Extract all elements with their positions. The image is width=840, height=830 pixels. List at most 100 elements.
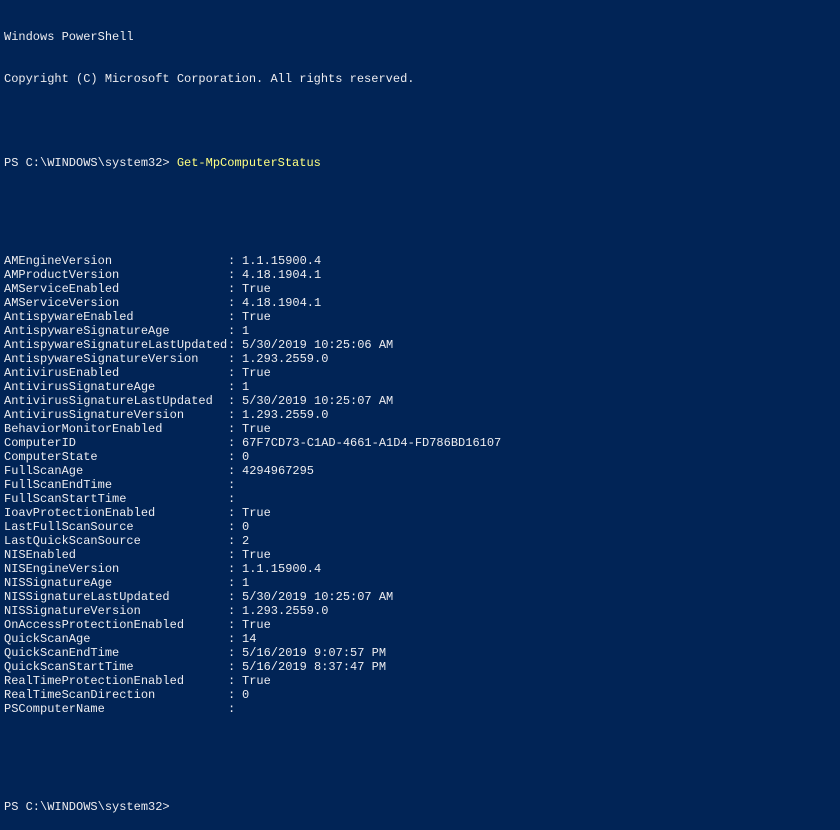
output-row: NISEnabled : True	[4, 548, 836, 562]
output-row: AntispywareSignatureVersion : 1.293.2559…	[4, 352, 836, 366]
property-value: 4294967295	[242, 464, 314, 478]
property-value: 1.293.2559.0	[242, 408, 328, 422]
property-value: 4.18.1904.1	[242, 296, 321, 310]
output-row: AMProductVersion : 4.18.1904.1	[4, 268, 836, 282]
property-name: AMProductVersion	[4, 268, 228, 282]
separator: :	[228, 506, 242, 520]
property-value: 5/16/2019 8:37:47 PM	[242, 660, 386, 674]
property-name: QuickScanEndTime	[4, 646, 228, 660]
separator: :	[228, 296, 242, 310]
property-name: FullScanAge	[4, 464, 228, 478]
property-value: 5/16/2019 9:07:57 PM	[242, 646, 386, 660]
property-name: PSComputerName	[4, 702, 228, 716]
command-text: Get-MpComputerStatus	[177, 156, 321, 170]
property-name: NISSignatureVersion	[4, 604, 228, 618]
output-row: AntivirusSignatureVersion : 1.293.2559.0	[4, 408, 836, 422]
command-line: PS C:\WINDOWS\system32> Get-MpComputerSt…	[4, 156, 836, 170]
output-row: RealTimeScanDirection : 0	[4, 688, 836, 702]
output-row: LastQuickScanSource : 2	[4, 534, 836, 548]
terminal-copyright: Copyright (C) Microsoft Corporation. All…	[4, 72, 836, 86]
output-row: LastFullScanSource : 0	[4, 520, 836, 534]
separator: :	[228, 618, 242, 632]
separator: :	[228, 520, 242, 534]
separator: :	[228, 380, 242, 394]
separator: :	[228, 366, 242, 380]
output-row: FullScanAge : 4294967295	[4, 464, 836, 478]
output-row: NISEngineVersion : 1.1.15900.4	[4, 562, 836, 576]
property-name: BehaviorMonitorEnabled	[4, 422, 228, 436]
output-row: AMServiceVersion : 4.18.1904.1	[4, 296, 836, 310]
prompt: PS C:\WINDOWS\system32>	[4, 156, 177, 170]
output-row: AMEngineVersion : 1.1.15900.4	[4, 254, 836, 268]
output-row: PSComputerName :	[4, 702, 836, 716]
terminal-output[interactable]: Windows PowerShell Copyright (C) Microso…	[0, 0, 840, 830]
output-row: FullScanEndTime :	[4, 478, 836, 492]
terminal-title: Windows PowerShell	[4, 30, 836, 44]
output-row: QuickScanEndTime : 5/16/2019 9:07:57 PM	[4, 646, 836, 660]
separator: :	[228, 702, 242, 716]
property-name: FullScanStartTime	[4, 492, 228, 506]
property-name: AntivirusSignatureVersion	[4, 408, 228, 422]
output-row: AntivirusEnabled : True	[4, 366, 836, 380]
separator: :	[228, 492, 242, 506]
property-value: 5/30/2019 10:25:07 AM	[242, 590, 393, 604]
property-value: 1	[242, 576, 249, 590]
separator: :	[228, 324, 242, 338]
separator: :	[228, 422, 242, 436]
property-name: LastFullScanSource	[4, 520, 228, 534]
property-value: 0	[242, 688, 249, 702]
separator: :	[228, 478, 242, 492]
output-row: BehaviorMonitorEnabled : True	[4, 422, 836, 436]
property-name: AMEngineVersion	[4, 254, 228, 268]
property-name: LastQuickScanSource	[4, 534, 228, 548]
property-name: NISSignatureLastUpdated	[4, 590, 228, 604]
output-row: IoavProtectionEnabled : True	[4, 506, 836, 520]
property-name: ComputerState	[4, 450, 228, 464]
property-value: True	[242, 422, 271, 436]
separator: :	[228, 590, 242, 604]
property-name: NISSignatureAge	[4, 576, 228, 590]
property-value: True	[242, 506, 271, 520]
property-value: 1	[242, 324, 249, 338]
separator: :	[228, 562, 242, 576]
separator: :	[228, 254, 242, 268]
prompt: PS C:\WINDOWS\system32>	[4, 800, 836, 814]
output-row: AntispywareSignatureAge : 1	[4, 324, 836, 338]
property-name: AntispywareSignatureLastUpdated	[4, 338, 228, 352]
property-value: 0	[242, 450, 249, 464]
separator: :	[228, 282, 242, 296]
property-value: 1.1.15900.4	[242, 254, 321, 268]
output-row: NISSignatureAge : 1	[4, 576, 836, 590]
separator: :	[228, 604, 242, 618]
property-name: NISEnabled	[4, 548, 228, 562]
property-name: NISEngineVersion	[4, 562, 228, 576]
blank-line	[4, 198, 836, 226]
blank-line	[4, 114, 836, 128]
property-name: FullScanEndTime	[4, 478, 228, 492]
separator: :	[228, 408, 242, 422]
property-value: 2	[242, 534, 249, 548]
output-row: ComputerID : 67F7CD73-C1AD-4661-A1D4-FD7…	[4, 436, 836, 450]
output-row: AntivirusSignatureAge : 1	[4, 380, 836, 394]
property-value: 1.293.2559.0	[242, 604, 328, 618]
property-value: True	[242, 674, 271, 688]
property-name: AntispywareSignatureAge	[4, 324, 228, 338]
property-value: True	[242, 548, 271, 562]
property-name: AntispywareEnabled	[4, 310, 228, 324]
property-name: AntivirusSignatureLastUpdated	[4, 394, 228, 408]
blank-line	[4, 744, 836, 772]
separator: :	[228, 646, 242, 660]
property-value: True	[242, 366, 271, 380]
output-row: AntispywareSignatureLastUpdated: 5/30/20…	[4, 338, 836, 352]
output-row: RealTimeProtectionEnabled : True	[4, 674, 836, 688]
separator: :	[228, 268, 242, 282]
property-value: 1	[242, 380, 249, 394]
separator: :	[228, 310, 242, 324]
property-name: AMServiceEnabled	[4, 282, 228, 296]
property-value: 1.1.15900.4	[242, 562, 321, 576]
separator: :	[228, 674, 242, 688]
property-value: True	[242, 282, 271, 296]
output-list: AMEngineVersion : 1.1.15900.4AMProductVe…	[4, 254, 836, 716]
separator: :	[228, 688, 242, 702]
separator: :	[228, 576, 242, 590]
